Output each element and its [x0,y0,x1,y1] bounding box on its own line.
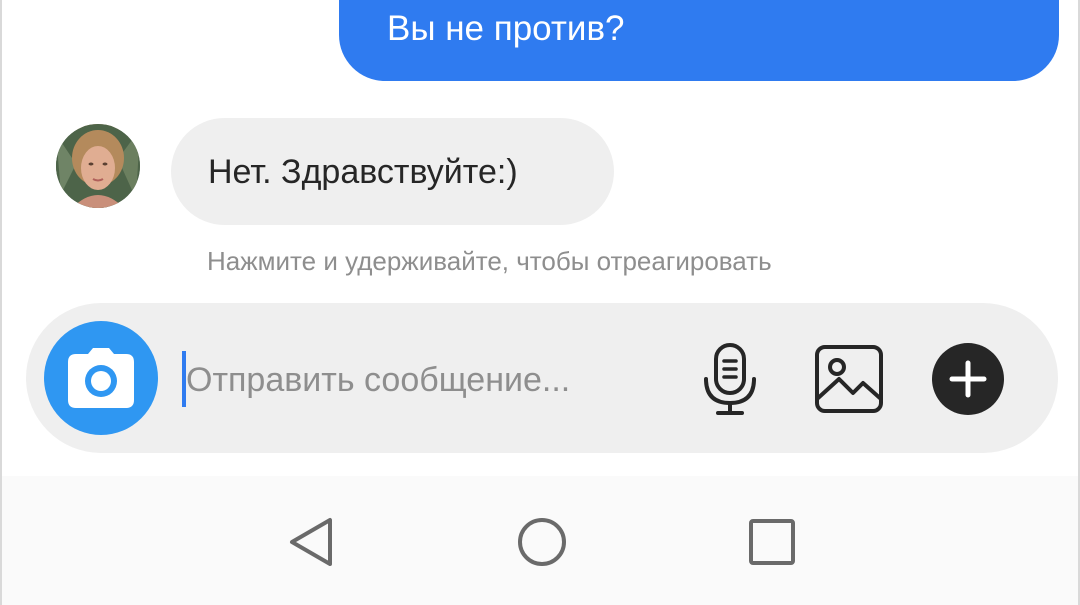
incoming-message-text: Нет. Здравствуйте:) [208,153,518,191]
reaction-hint: Нажмите и удерживайте, чтобы отреагирова… [207,246,772,276]
camera-button[interactable] [44,321,158,435]
avatar[interactable] [56,124,140,208]
message-composer [26,303,1058,453]
nav-recents-button[interactable] [742,512,802,572]
gallery-button[interactable] [811,341,887,417]
voice-message-button[interactable] [692,341,768,417]
microphone-icon [704,343,756,415]
chat-screen: Вы не против? Нет. Здравствуйте:) Нажмит… [0,0,1080,605]
camera-icon [68,348,134,408]
outgoing-message-bubble[interactable]: Вы не против? [339,0,1059,81]
incoming-message-bubble[interactable]: Нет. Здравствуйте:) [171,118,614,225]
nav-home-button[interactable] [512,512,572,572]
image-icon [815,345,883,413]
outgoing-message-text: Вы не против? [387,9,625,48]
home-circle-icon [518,518,566,566]
back-triangle-icon [290,518,332,566]
recents-square-icon [749,519,795,565]
plus-icon [932,343,1004,415]
message-input[interactable] [186,355,666,405]
system-navigation-bar [2,476,1078,605]
nav-back-button[interactable] [282,512,342,572]
add-button[interactable] [930,341,1006,417]
